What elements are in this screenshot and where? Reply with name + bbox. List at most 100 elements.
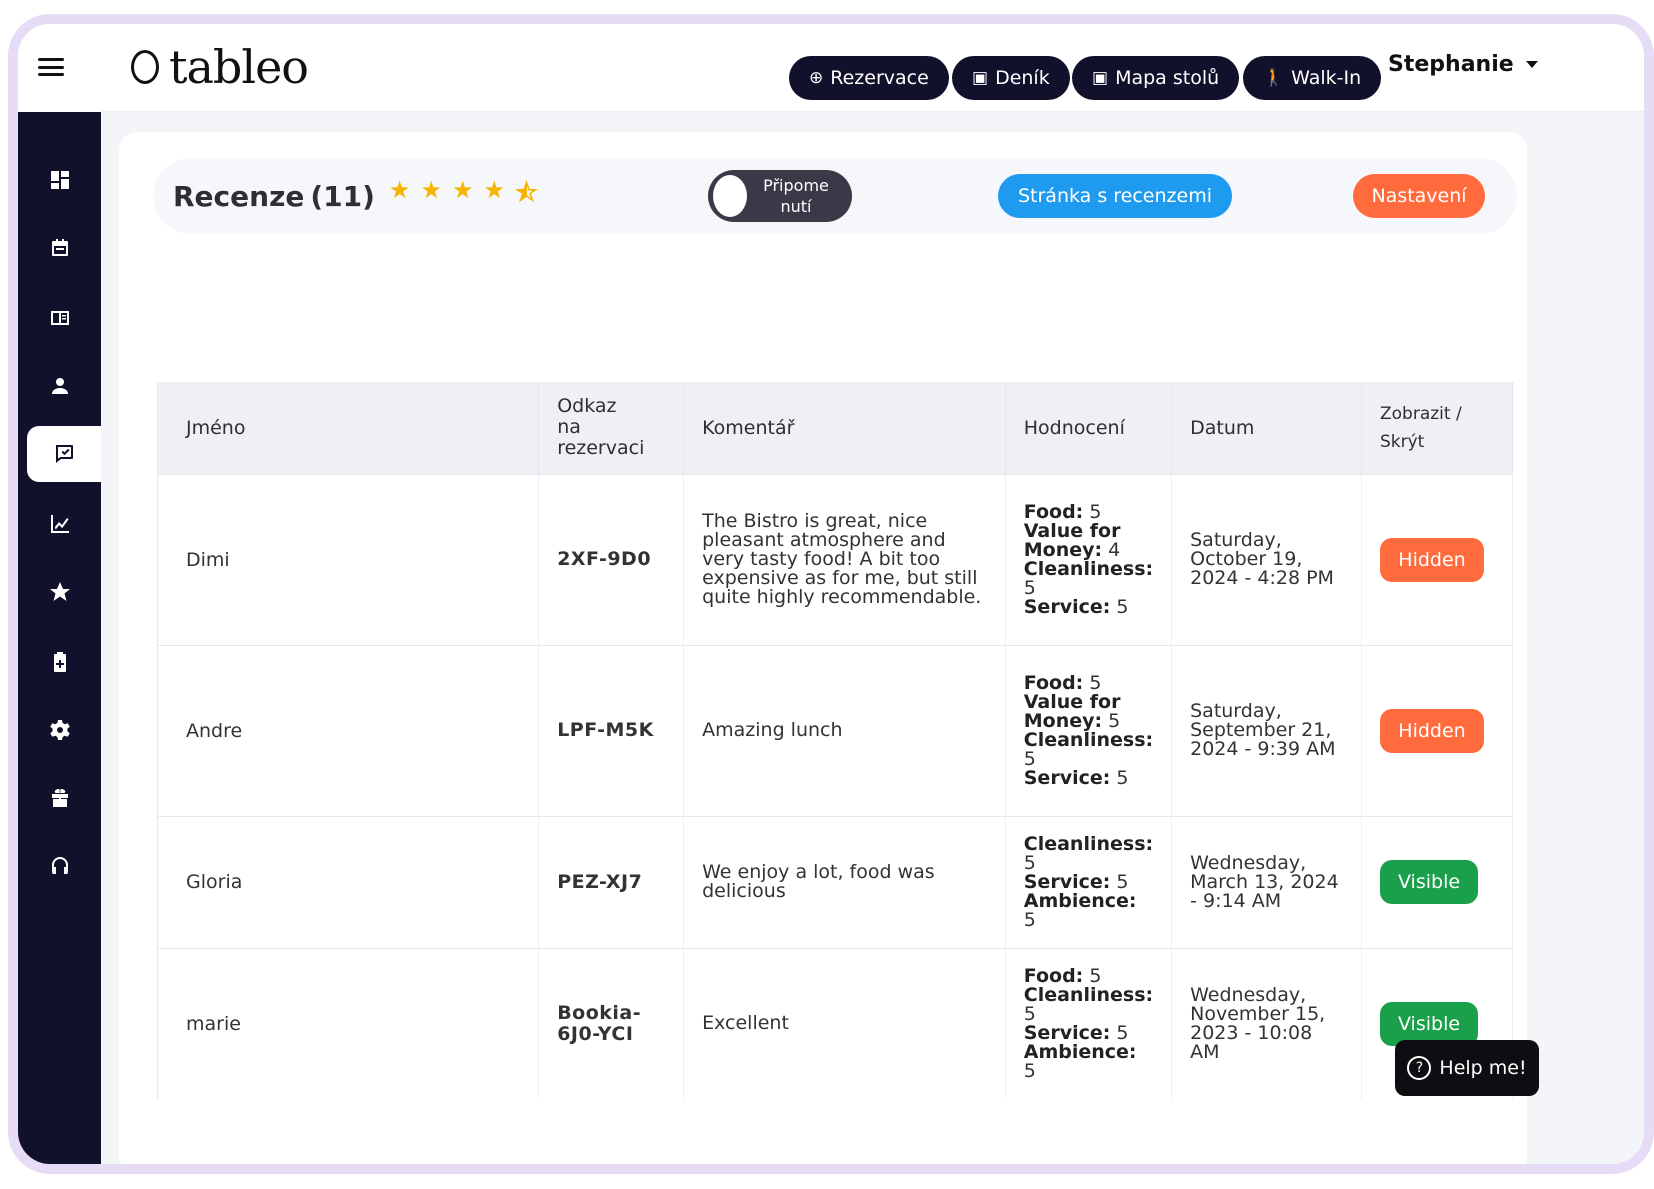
table-map-button[interactable]: ▣ Mapa stolů	[1072, 56, 1240, 100]
review-date: Wednesday, November 15, 2023 - 10:08 AM	[1171, 947, 1362, 1099]
review-ratings: Cleanliness: 5 Service: 5 Ambience: 5	[1005, 815, 1173, 948]
new-reservation-button[interactable]: ⊕ Rezervace	[789, 56, 949, 100]
table-map-label: Mapa stolů	[1115, 67, 1220, 89]
tableo-logo[interactable]: tableo	[131, 40, 309, 94]
rating-label: Service:	[1023, 766, 1111, 789]
sidebar-item-gifts[interactable]	[18, 770, 101, 826]
rating-value: 5	[1023, 908, 1036, 931]
sidebar-item-book[interactable]	[18, 290, 101, 346]
reviews-count: (11)	[310, 180, 375, 213]
user-name: Stephanie	[1388, 52, 1514, 77]
sidebar-item-guests[interactable]	[18, 358, 101, 414]
reservation-link[interactable]: Bookia-6J0-YCI	[538, 947, 685, 1099]
table-row: Gloria PEZ-XJ7 We enjoy a lot, food was …	[156, 815, 1513, 948]
logo-text: tableo	[169, 40, 309, 94]
diary-label: Deník	[995, 67, 1050, 89]
rating-label: Cleanliness:	[1023, 557, 1154, 580]
review-date: Wednesday, March 13, 2024 - 9:14 AM	[1171, 815, 1362, 948]
header-comment[interactable]: Komentář	[683, 382, 1006, 474]
rating-value: 5	[1023, 1059, 1036, 1082]
hamburger-menu-icon[interactable]	[38, 58, 64, 76]
review-page-button[interactable]: Stránka s recenzemi	[998, 174, 1232, 218]
sidebar-item-support[interactable]	[18, 838, 101, 894]
rating-label: Service:	[1023, 595, 1111, 618]
sidebar-item-calendar[interactable]	[18, 220, 101, 276]
book-icon	[50, 311, 69, 325]
logo-ring-icon	[131, 50, 159, 84]
review-ratings: Food: 5 Cleanliness: 5 Service: 5 Ambien…	[1005, 947, 1173, 1099]
reviewer-name: marie	[156, 947, 540, 1099]
help-question-icon: ?	[1407, 1056, 1432, 1080]
diary-button[interactable]: ▣ Deník	[952, 56, 1070, 100]
header-date[interactable]: Datum	[1171, 382, 1362, 474]
sidebar-item-statistics[interactable]	[18, 496, 101, 552]
visibility-toggle-button[interactable]: Hidden	[1380, 537, 1484, 582]
main-content: Recenze (11) ★ ★ ★ ★ ⯪ Připome nutí Strá…	[101, 112, 1644, 1164]
walking-person-icon: 🚶	[1263, 68, 1285, 88]
calendar-icon	[51, 239, 68, 256]
help-button[interactable]: ? Help me!	[1395, 1040, 1539, 1096]
reservation-link[interactable]: 2XF-9D0	[538, 473, 685, 645]
person-icon	[51, 378, 68, 394]
review-comment: We enjoy a lot, food was delicious	[683, 815, 1006, 948]
reviews-card: Recenze (11) ★ ★ ★ ★ ⯪ Připome nutí Strá…	[119, 132, 1527, 1164]
sidebar-item-reviews[interactable]	[27, 426, 101, 482]
rating-label: Value for Money:	[1023, 519, 1121, 561]
reviews-title-text: Recenze	[173, 180, 305, 213]
review-comment: The Bistro is great, nice pleasant atmos…	[683, 473, 1006, 645]
table-row: Andre LPF-M5K Amazing lunch Food: 5 Valu…	[156, 644, 1513, 816]
headset-icon	[51, 857, 68, 874]
sidebar	[18, 24, 101, 1164]
sidebar-item-dashboard[interactable]	[18, 152, 101, 208]
rating-label: Ambience:	[1023, 1040, 1137, 1063]
header-visibility-line2: Skrýt	[1380, 431, 1425, 452]
page-title: Recenze (11) ★ ★ ★ ★ ⯪	[173, 176, 538, 217]
reviewer-name: Andre	[156, 644, 540, 816]
rating-label: Cleanliness:	[1023, 728, 1154, 751]
rating-value: 5	[1116, 595, 1129, 618]
sidebar-nav	[18, 112, 101, 1164]
visibility-cell: Hidden	[1361, 644, 1513, 816]
reservation-link[interactable]: LPF-M5K	[538, 644, 685, 816]
review-date: Saturday, September 21, 2024 - 9:39 AM	[1171, 644, 1362, 816]
rating-stars: ★ ★ ★ ★ ⯪	[389, 176, 538, 217]
review-date: Saturday, October 19, 2024 - 4:28 PM	[1171, 473, 1362, 645]
walk-in-button[interactable]: 🚶 Walk-In	[1243, 56, 1382, 100]
reviews-header: Recenze (11) ★ ★ ★ ★ ⯪ Připome nutí Strá…	[153, 158, 1517, 234]
header-rating[interactable]: Hodnocení	[1005, 382, 1173, 474]
topbar: tableo ⊕ Rezervace ▣ Deník ▣ Mapa stolů …	[101, 24, 1644, 112]
battery-icon	[53, 652, 66, 672]
help-label: Help me!	[1439, 1057, 1527, 1079]
half-star-icon: ⯪	[514, 179, 538, 207]
header-name[interactable]: Jméno	[156, 382, 540, 474]
reviewer-name: Gloria	[156, 815, 540, 948]
visibility-toggle-button[interactable]: Visible	[1380, 860, 1478, 904]
rating-label: Value for Money:	[1023, 690, 1121, 732]
settings-button[interactable]: Nastavení	[1353, 174, 1485, 218]
visibility-toggle-button[interactable]: Hidden	[1380, 708, 1484, 753]
header-link-line2: na rezervaci	[557, 416, 645, 460]
review-comment: Amazing lunch	[683, 644, 1006, 816]
rating-label: Ambience:	[1023, 889, 1137, 912]
header-visibility[interactable]: Zobrazit / Skrýt	[1361, 382, 1513, 474]
reviewer-name: Dimi	[156, 473, 540, 645]
toggle-label-line2: nutí	[780, 197, 812, 216]
review-ratings: Food: 5 Value for Money: 5 Cleanliness: …	[1005, 644, 1173, 816]
toggle-knob	[711, 173, 749, 219]
user-menu[interactable]: Stephanie	[1388, 52, 1538, 77]
sidebar-item-favorites[interactable]	[18, 564, 101, 620]
sidebar-item-battery[interactable]	[18, 634, 101, 690]
sidebar-item-settings[interactable]	[18, 702, 101, 758]
new-reservation-label: Rezervace	[830, 67, 929, 89]
table-row: Dimi 2XF-9D0 The Bistro is great, nice p…	[156, 473, 1513, 645]
header-visibility-line1: Zobrazit /	[1380, 403, 1462, 424]
reservation-link[interactable]: PEZ-XJ7	[538, 815, 685, 948]
header-link[interactable]: Odkaz na rezervaci	[538, 382, 685, 474]
review-comment: Excellent	[683, 947, 1006, 1099]
reminders-toggle[interactable]: Připome nutí	[708, 170, 852, 222]
table-row: marie Bookia-6J0-YCI Excellent Food: 5 C…	[156, 947, 1513, 1099]
review-icon	[55, 445, 73, 463]
walk-in-label: Walk-In	[1291, 67, 1362, 89]
rating-label: Cleanliness:	[1023, 832, 1154, 855]
rating-value: 5	[1116, 766, 1129, 789]
